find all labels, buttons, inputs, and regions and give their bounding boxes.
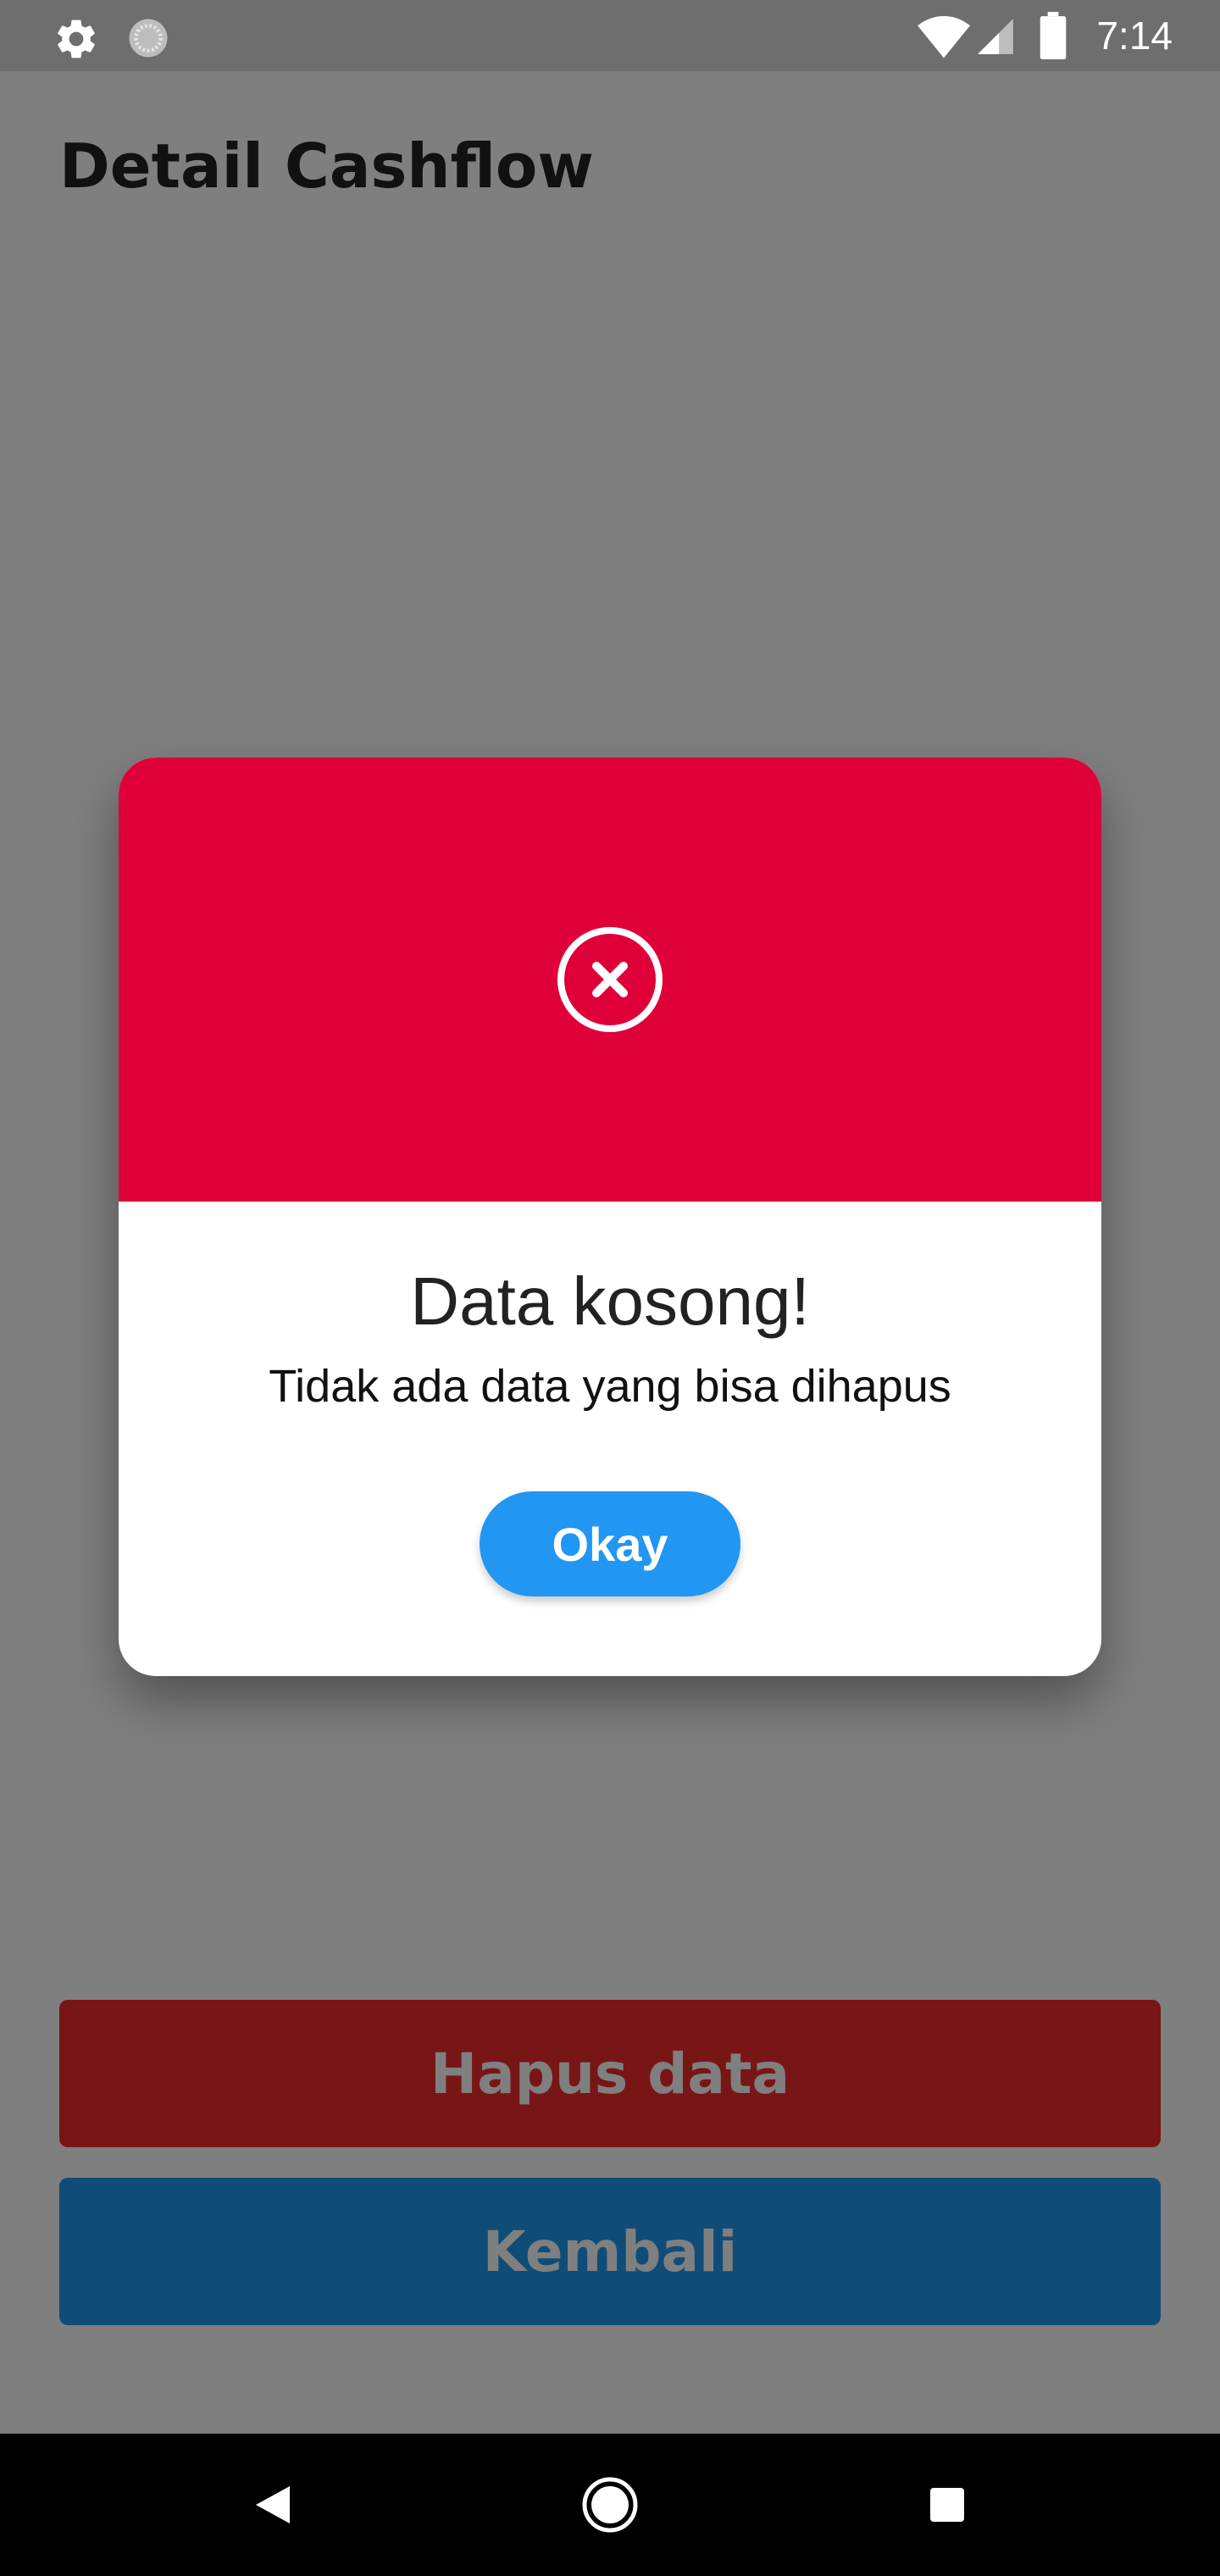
dialog-message: Tidak ada data yang bisa dihapus — [269, 1361, 951, 1412]
error-dialog: Data kosong! Tidak ada data yang bisa di… — [119, 758, 1101, 1676]
home-circle-icon — [582, 2477, 638, 2533]
back-triangle-icon — [256, 2486, 290, 2523]
nav-home-button[interactable] — [568, 2462, 652, 2547]
error-circle-x-icon — [557, 927, 663, 1032]
status-time: 7:14 — [1096, 14, 1173, 58]
nav-back-button[interactable] — [230, 2462, 315, 2547]
navigation-bar — [0, 2434, 1220, 2576]
recents-square-icon — [930, 2488, 964, 2522]
signal-icon — [978, 19, 1013, 54]
loading-indicator-icon — [129, 19, 168, 58]
okay-button[interactable]: Okay — [480, 1491, 740, 1596]
dialog-header — [119, 758, 1101, 1202]
status-bar: 7:14 — [0, 0, 1220, 71]
gear-icon — [58, 19, 95, 58]
nav-recents-button[interactable] — [905, 2462, 990, 2547]
dialog-title: Data kosong! — [410, 1263, 810, 1339]
battery-icon — [1040, 12, 1067, 59]
wifi-icon — [918, 16, 970, 58]
